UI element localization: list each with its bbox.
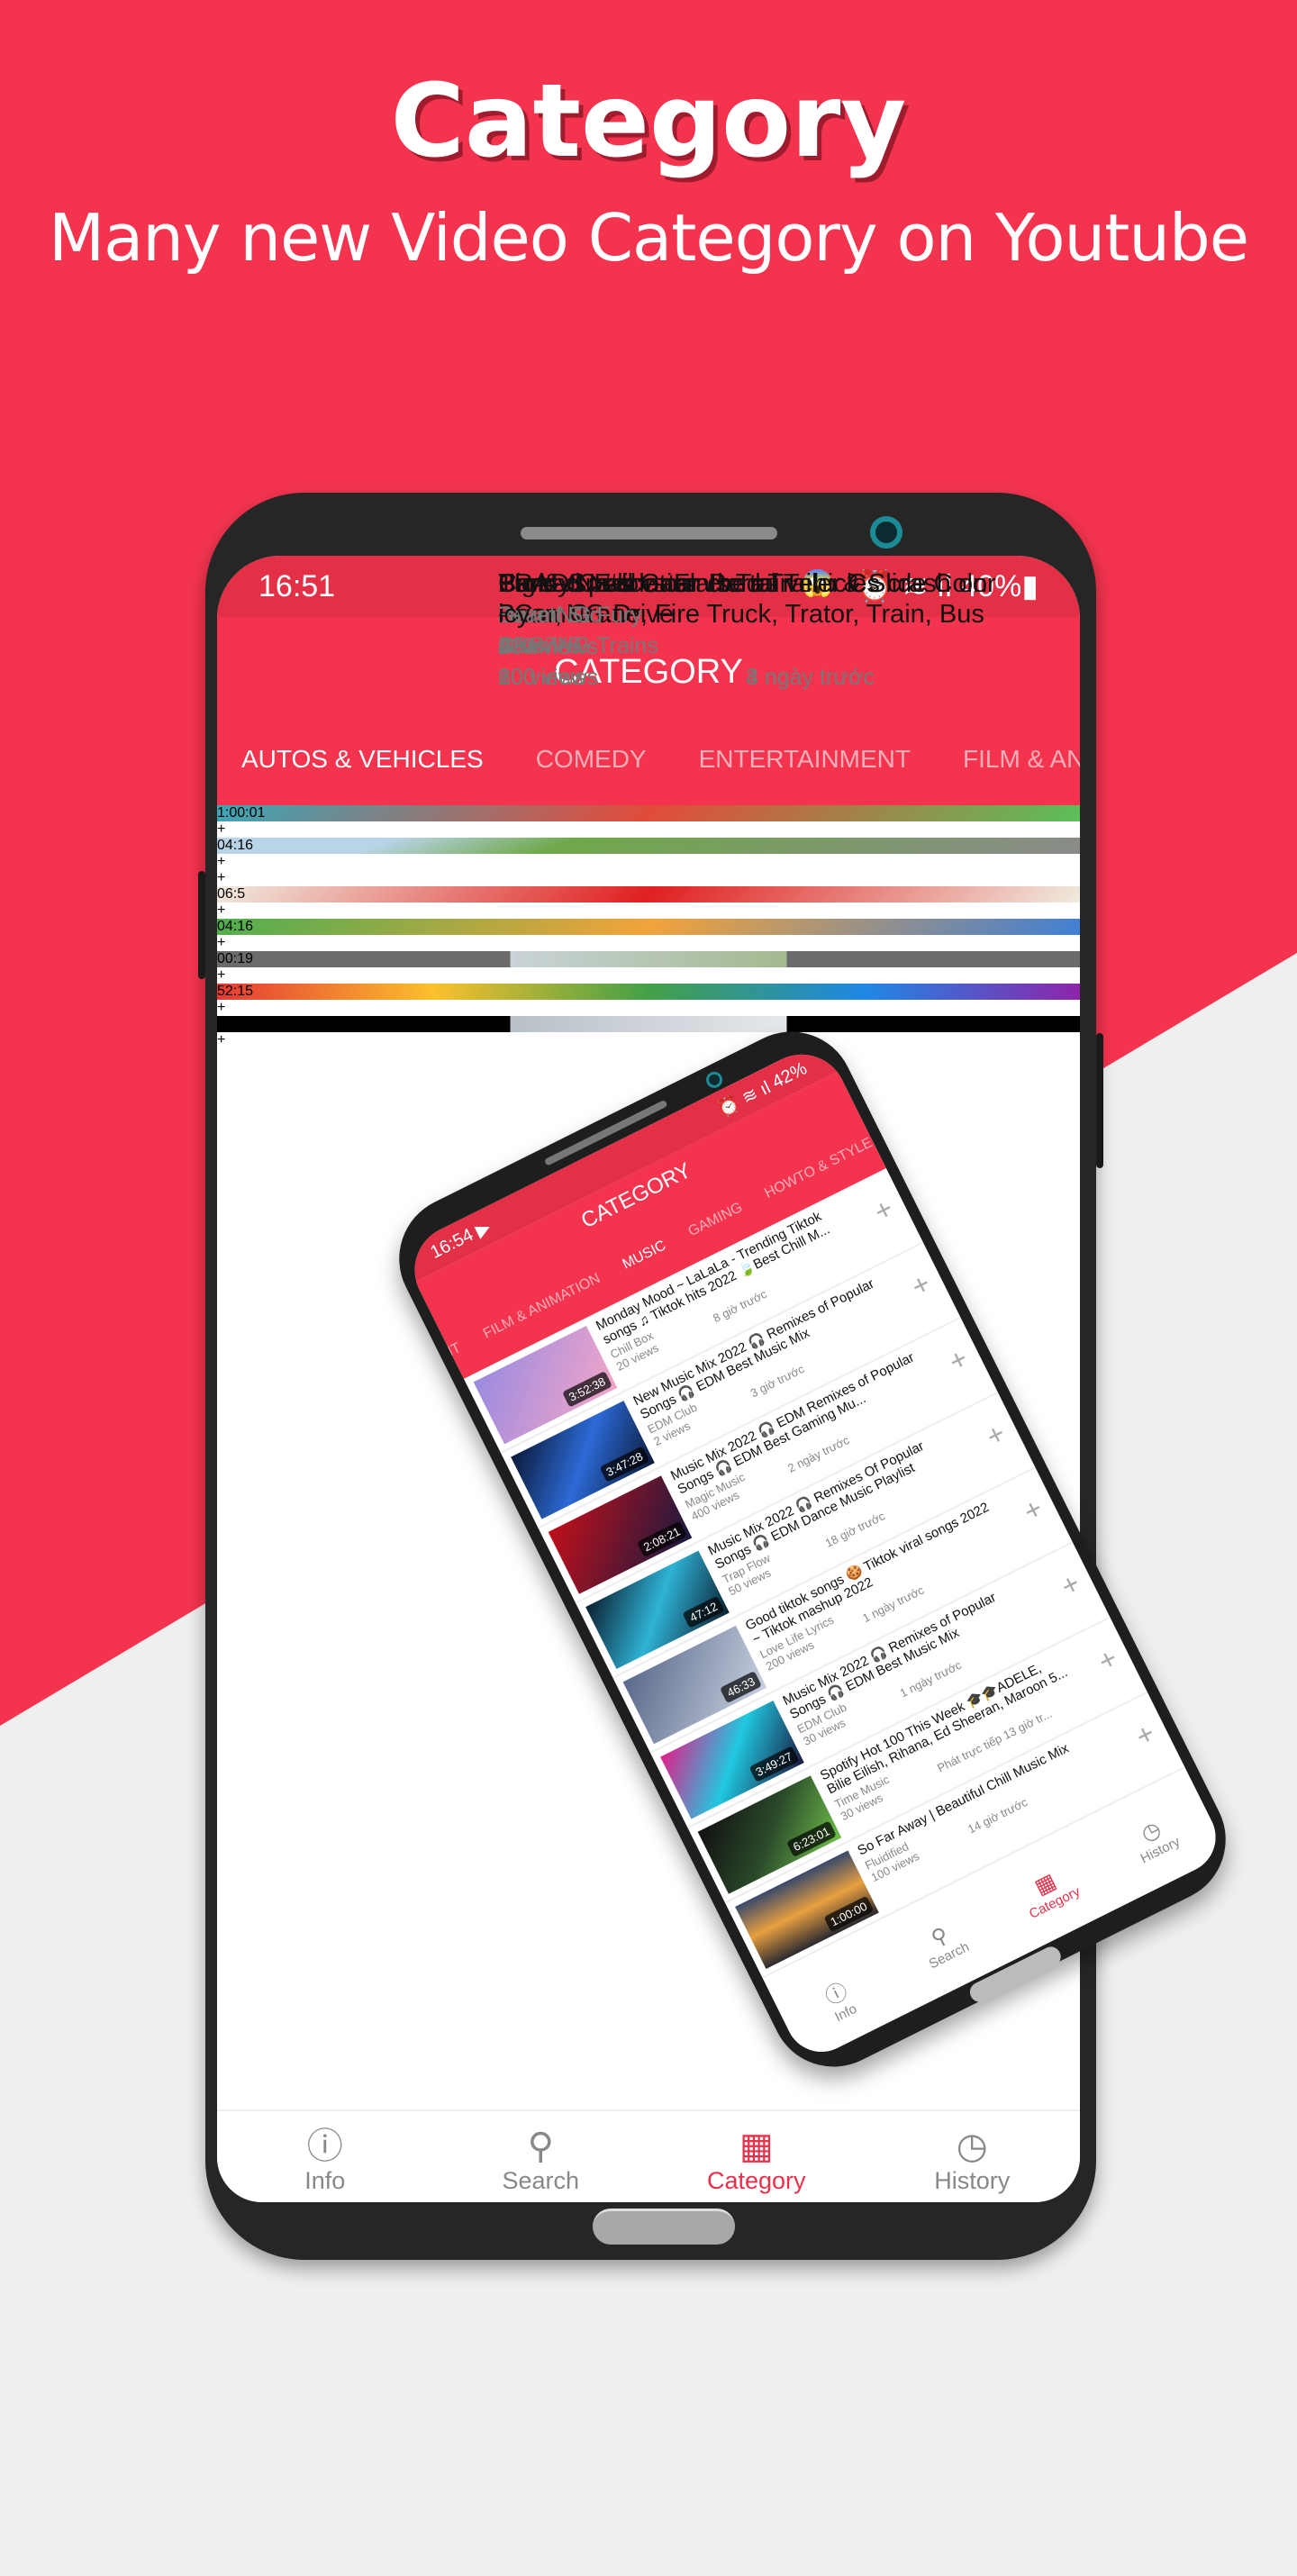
video-row[interactable]: + (217, 870, 1080, 886)
add-icon[interactable]: + (1130, 1717, 1160, 1754)
tab-music[interactable]: MUSIC (620, 1238, 668, 1273)
view-count: 600 views (498, 665, 599, 690)
video-thumbnail[interactable]: 00:19 (217, 951, 1080, 967)
nav-info[interactable]: ⓘ Info (217, 2111, 433, 2202)
tab-comedy[interactable]: COMEDY (536, 745, 647, 774)
add-icon[interactable]: + (1018, 1492, 1048, 1528)
add-icon[interactable]: + (217, 967, 1080, 984)
duration-badge: 04:16 (217, 919, 254, 934)
battery-charging-icon: ▮ (1021, 569, 1039, 603)
add-icon[interactable]: + (217, 854, 1080, 870)
video-list: 1:00:01 Cars vs Evolution Portal Trap & S… (217, 569, 1080, 1048)
add-icon[interactable]: + (1056, 1566, 1085, 1603)
video-info: Parked police car cre as vehicles crash … (498, 568, 1002, 691)
duration-badge: 1:00:01 (217, 805, 266, 821)
video-thumbnail[interactable]: 00:28 (217, 1016, 1080, 1032)
tab-gaming[interactable]: GAMING (685, 1200, 745, 1240)
duration-badge: 1:00:00 (823, 1895, 875, 1933)
info-icon: ⓘ (306, 2127, 343, 2166)
camera (870, 516, 902, 549)
nav-history[interactable]: ◷ History (865, 2111, 1081, 2202)
add-icon[interactable]: + (217, 935, 1080, 951)
nav-label: Info (304, 2167, 346, 2194)
nav-search[interactable]: ⚲ Search (433, 2111, 649, 2202)
tab-film-animation[interactable]: FILM & ANIMATION (963, 745, 1080, 774)
home-button (593, 2209, 735, 2245)
add-icon[interactable]: + (943, 1341, 973, 1378)
tab-entertainment[interactable]: ENTERTAINMENT (699, 745, 911, 774)
add-icon[interactable]: + (217, 1000, 1080, 1016)
video-thumbnail[interactable]: 52:15 (217, 984, 1080, 1000)
add-icon[interactable]: + (217, 870, 1080, 886)
add-icon[interactable]: + (981, 1417, 1011, 1454)
add-icon[interactable]: + (217, 903, 1080, 919)
add-icon[interactable]: + (868, 1192, 898, 1229)
history-icon: ◷ (956, 2127, 988, 2166)
speaker (521, 527, 777, 540)
info-icon: ⓘ (821, 1978, 852, 2010)
video-thumbnail[interactable]: 1:00:01 (217, 805, 1080, 821)
category-icon: ▦ (739, 2127, 774, 2166)
search-icon: ⚲ (527, 2127, 554, 2166)
video-row[interactable]: 1:00:01 Cars vs Evolution Portal Trap & S… (217, 569, 1080, 838)
category-tabs: AUTOS & VEHICLES COMEDY ENTERTAINMENT FILM … (241, 745, 1080, 774)
hero-subtitle: Many new Video Category on Youtube (49, 200, 1249, 276)
duration-badge: 46:33 (720, 1670, 762, 1703)
duration-badge: 06:5 (217, 886, 246, 902)
duration-badge: 47:12 (682, 1595, 725, 1628)
nav-category[interactable]: ▦ Category (648, 2111, 865, 2202)
video-title[interactable]: Parked police car cre as vehicles crash … (498, 568, 1002, 630)
add-icon[interactable]: + (217, 1032, 1080, 1048)
tab-autos-vehicles[interactable]: AUTOS & VEHICLES (241, 745, 484, 774)
status-time: 16:51 (258, 568, 336, 603)
nav-label: History (934, 2167, 1011, 2194)
nav-label: Search (502, 2167, 580, 2194)
video-row[interactable]: 04:16 Big & Small Cars vs Train 😱 BeamNG.… (217, 569, 1080, 870)
video-row[interactable]: 00:28 Parked police car cre as vehicles c… (217, 569, 1080, 1048)
bottom-nav: ⓘ Info ⚲ Search ▦ Category ◷ History (217, 2109, 1080, 2202)
video-row[interactable]: 06:5 + (217, 886, 1080, 919)
video-row[interactable]: 52:15 Funny Cars vs Flatbed Trailer C Beam… (217, 569, 1080, 1016)
side-button (1096, 1033, 1103, 1168)
hero-title: Category (390, 63, 907, 180)
add-icon[interactable]: + (217, 821, 1080, 838)
video-thumbnail[interactable]: 06:5 (217, 886, 1080, 903)
add-icon[interactable]: + (1093, 1641, 1122, 1678)
channel-name: ABC7 (498, 633, 558, 658)
camera (703, 1068, 726, 1091)
video-meta: 600 views 4 ng (498, 665, 1002, 691)
duration-badge: 04:16 (217, 838, 254, 853)
duration-badge: 00:28 (217, 1016, 254, 1031)
duration-badge: 00:19 (217, 951, 254, 966)
video-thumbnail[interactable]: 04:16 (217, 838, 1080, 854)
add-icon[interactable]: + (906, 1266, 936, 1303)
video-thumbnail[interactable]: 04:16 (217, 919, 1080, 935)
duration-badge: 52:15 (217, 984, 254, 999)
published-time: 4 ng (746, 665, 790, 690)
video-row[interactable]: 04:16 B Ju 20 v + (217, 569, 1080, 951)
video-row[interactable]: 00:19 TRADIN #shorts Jarrett Sto 400 views + (217, 569, 1080, 984)
side-button (198, 871, 205, 979)
nav-label: Category (706, 2167, 806, 2194)
